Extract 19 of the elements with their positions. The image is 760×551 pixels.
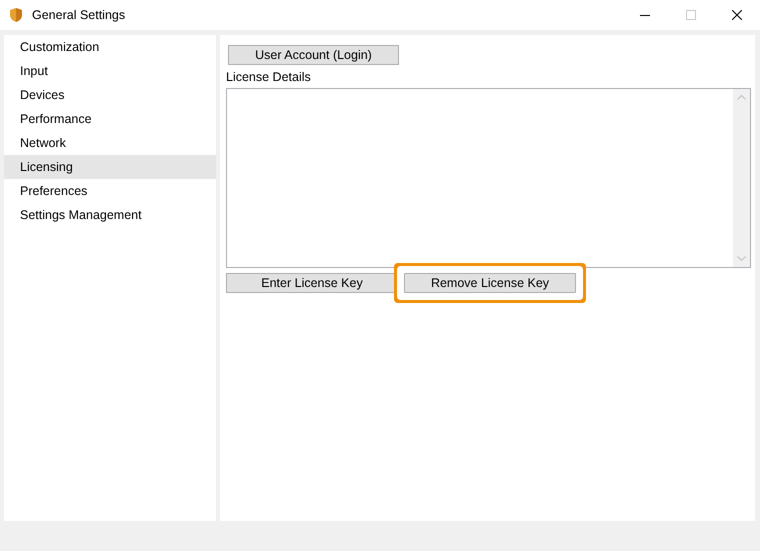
scroll-down-icon [737,256,746,261]
sidebar-item[interactable]: Network [4,131,216,155]
sidebar-item[interactable]: Licensing [4,155,216,179]
sidebar-item[interactable]: Settings Management [4,203,216,227]
license-details-field[interactable] [226,88,751,268]
app-shield-icon [8,7,24,23]
sidebar-item[interactable]: Customization [4,35,216,59]
scroll-up-icon [737,95,746,100]
sidebar-item[interactable]: Devices [4,83,216,107]
sidebar-item[interactable]: Input [4,59,216,83]
window-title: General Settings [32,8,126,22]
sidebar-item[interactable]: Preferences [4,179,216,203]
maximize-icon [686,10,696,20]
close-icon [732,10,742,20]
user-account-button[interactable]: User Account (Login) [228,45,399,65]
minimize-icon [640,14,650,16]
scrollbar[interactable] [733,89,750,267]
license-details-label: License Details [226,70,312,86]
sidebar-item[interactable]: Performance [4,107,216,131]
